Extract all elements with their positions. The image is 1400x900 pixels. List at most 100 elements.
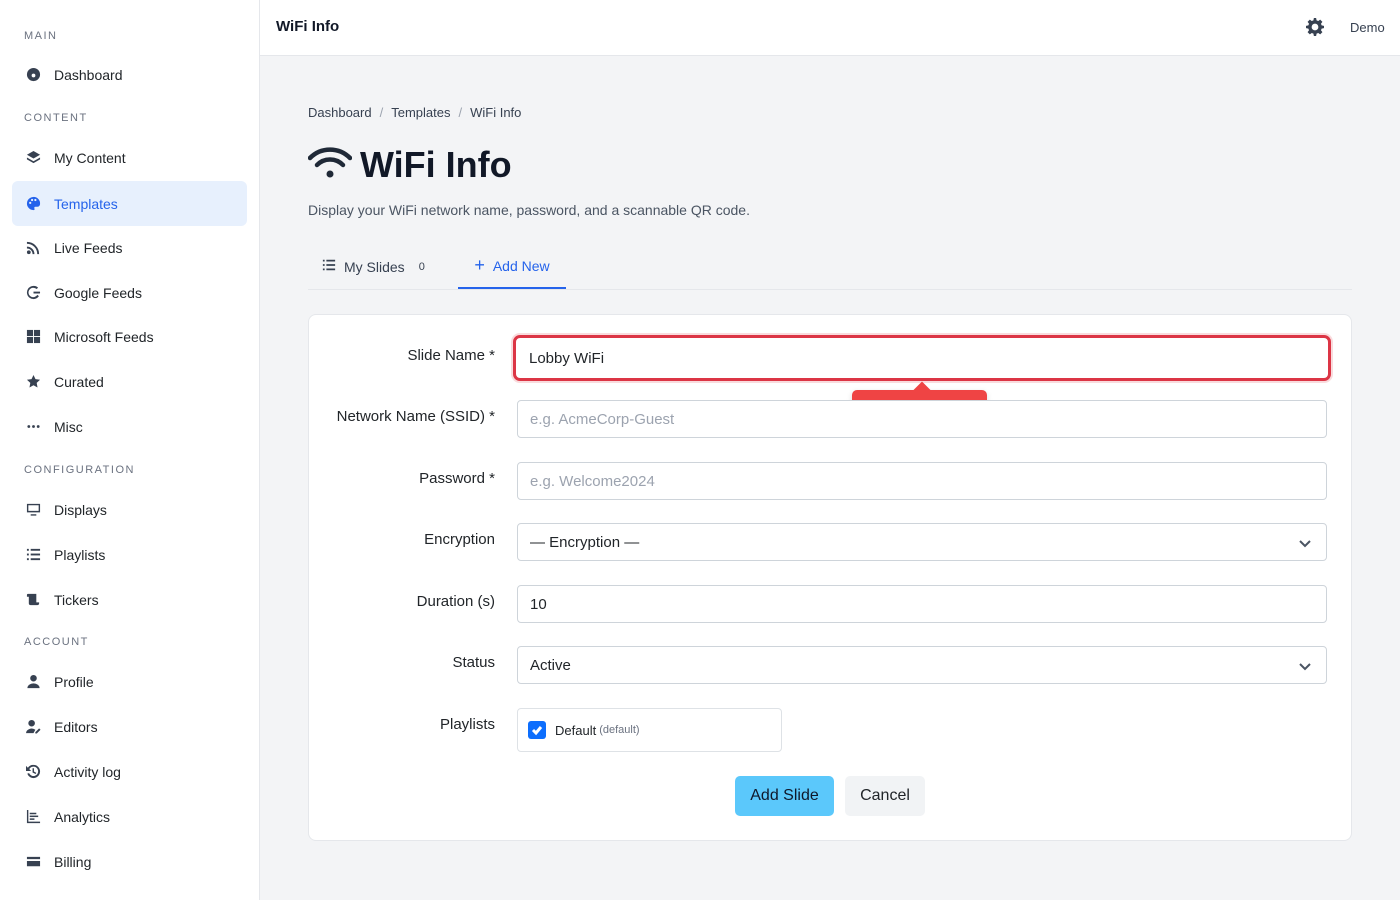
playlist-checkbox[interactable] [528, 721, 546, 739]
chevron-down-icon [1298, 536, 1312, 550]
sidebar-item-label: Editors [54, 718, 98, 735]
breadcrumb-separator: / [458, 105, 463, 120]
page-subtitle: Display your WiFi network name, password… [308, 202, 750, 218]
add-slide-button[interactable]: Add Slide [735, 776, 834, 816]
sidebar-item-playlists[interactable]: Playlists [12, 532, 247, 577]
sidebar-item-label: Dashboard [54, 66, 123, 83]
sidebar-item-label: Live Feeds [54, 239, 123, 256]
sidebar-item-label: Templates [54, 195, 118, 212]
duration-input[interactable]: 10 [517, 585, 1327, 623]
sidebar-item-misc[interactable]: Misc [12, 404, 247, 449]
user-icon [25, 674, 41, 690]
star-icon [25, 374, 41, 390]
sidebar-item-billing[interactable]: Billing [12, 839, 247, 884]
google-icon [25, 285, 41, 301]
sidebar-item-curated[interactable]: Curated [12, 359, 247, 404]
sidebar-item-microsoft-feeds[interactable]: Microsoft Feeds [12, 314, 247, 359]
sidebar-item-editors[interactable]: Editors [12, 704, 247, 749]
cancel-button[interactable]: Cancel [845, 776, 925, 816]
tab-label: Add New [492, 257, 550, 274]
ssid-input[interactable]: e.g. AcmeCorp-Guest [517, 400, 1327, 438]
check-icon [531, 726, 543, 736]
sidebar-item-analytics[interactable]: Analytics [12, 794, 247, 839]
status-label: Status [452, 654, 495, 671]
sidebar-item-dashboard[interactable]: Dashboard [12, 52, 247, 97]
sidebar: MAIN Dashboard CONTENT My Content Templa… [0, 0, 260, 900]
sidebar-item-label: My Content [54, 149, 126, 166]
sidebar-item-activity-log[interactable]: Activity log [12, 749, 247, 794]
sidebar-item-live-feeds[interactable]: Live Feeds [12, 225, 247, 270]
status-value: Active [530, 656, 571, 674]
layers-icon [25, 150, 41, 166]
topbar-title: WiFi Info [276, 18, 340, 35]
sidebar-item-my-content[interactable]: My Content [12, 135, 247, 180]
sidebar-item-label: Analytics [54, 808, 111, 825]
playlists-label: Playlists [439, 716, 495, 733]
sidebar-item-label: Google Feeds [54, 284, 142, 301]
sidebar-item-google-feeds[interactable]: Google Feeds [12, 270, 247, 315]
sidebar-item-profile[interactable]: Profile [12, 659, 247, 704]
tab-bar: My Slides 0 + Add New [308, 244, 1352, 290]
sidebar-item-label: Curated [54, 373, 104, 390]
section-label-main: MAIN [24, 30, 58, 42]
rss-icon [25, 240, 41, 256]
list-icon [25, 547, 41, 563]
breadcrumb-dashboard[interactable]: Dashboard [308, 105, 372, 120]
password-label: Password * [419, 470, 495, 487]
slide-name-label: Slide Name * [407, 347, 495, 364]
page-title-text: WiFi Info [360, 144, 512, 185]
sidebar-item-label: Playlists [54, 546, 106, 563]
sidebar-item-displays[interactable]: Displays [12, 487, 247, 532]
sidebar-item-label: Billing [54, 853, 92, 870]
slide-name-value: Lobby WiFi [529, 349, 605, 367]
dashboard-icon [25, 67, 41, 83]
scroll-icon [25, 592, 41, 608]
section-label-account: ACCOUNT [24, 636, 89, 648]
chevron-down-icon [1298, 659, 1312, 673]
encryption-label: Encryption [424, 531, 495, 548]
gear-icon [1306, 18, 1324, 40]
user-edit-icon [25, 719, 41, 735]
sidebar-item-label: Activity log [54, 763, 121, 780]
user-menu[interactable]: Demo [1350, 20, 1385, 35]
slide-form-card: Slide Name * Lobby WiFi Type a slide nam… [308, 314, 1352, 841]
tab-label: My Slides [344, 258, 405, 275]
breadcrumb: Dashboard / Templates / WiFi Info [308, 105, 521, 120]
topbar: WiFi Info Demo [260, 0, 1400, 56]
encryption-select[interactable]: — Encryption — [517, 523, 1327, 561]
history-icon [25, 764, 41, 780]
duration-label: Duration (s) [416, 593, 495, 610]
chart-icon [25, 809, 41, 825]
sidebar-item-label: Displays [54, 501, 107, 518]
slide-count-badge: 0 [418, 260, 425, 273]
encryption-value: — Encryption — [530, 533, 640, 551]
palette-icon [25, 196, 41, 212]
page-title: WiFi Info [307, 144, 512, 186]
tab-my-slides[interactable]: My Slides 0 [322, 244, 425, 289]
tab-add-new[interactable]: + Add New [458, 244, 566, 289]
ssid-label: Network Name (SSID) * [336, 408, 495, 425]
sidebar-item-label: Tickers [54, 591, 99, 608]
section-label-configuration: CONFIGURATION [24, 464, 135, 476]
sidebar-item-label: Misc [54, 418, 83, 435]
breadcrumb-separator: / [379, 105, 384, 120]
plus-icon: + [474, 255, 485, 275]
password-placeholder: e.g. Welcome2024 [530, 472, 655, 490]
settings-button[interactable] [1306, 18, 1326, 38]
sidebar-item-tickers[interactable]: Tickers [12, 577, 247, 622]
ssid-placeholder: e.g. AcmeCorp-Guest [530, 410, 675, 428]
breadcrumb-templates[interactable]: Templates [391, 105, 450, 120]
status-select[interactable]: Active [517, 646, 1327, 684]
playlists-box: Default (default) [517, 708, 782, 752]
windows-icon [25, 329, 41, 345]
duration-value: 10 [530, 595, 547, 613]
sidebar-item-templates[interactable]: Templates [12, 181, 247, 226]
breadcrumb-current: WiFi Info [470, 105, 522, 120]
sidebar-item-label: Profile [54, 673, 94, 690]
password-input[interactable]: e.g. Welcome2024 [517, 462, 1327, 500]
slide-name-input[interactable]: Lobby WiFi [513, 335, 1331, 381]
playlist-default-tag: (default) [599, 724, 640, 736]
section-label-content: CONTENT [24, 112, 88, 124]
wifi-icon [307, 146, 353, 185]
list-icon [322, 258, 344, 275]
